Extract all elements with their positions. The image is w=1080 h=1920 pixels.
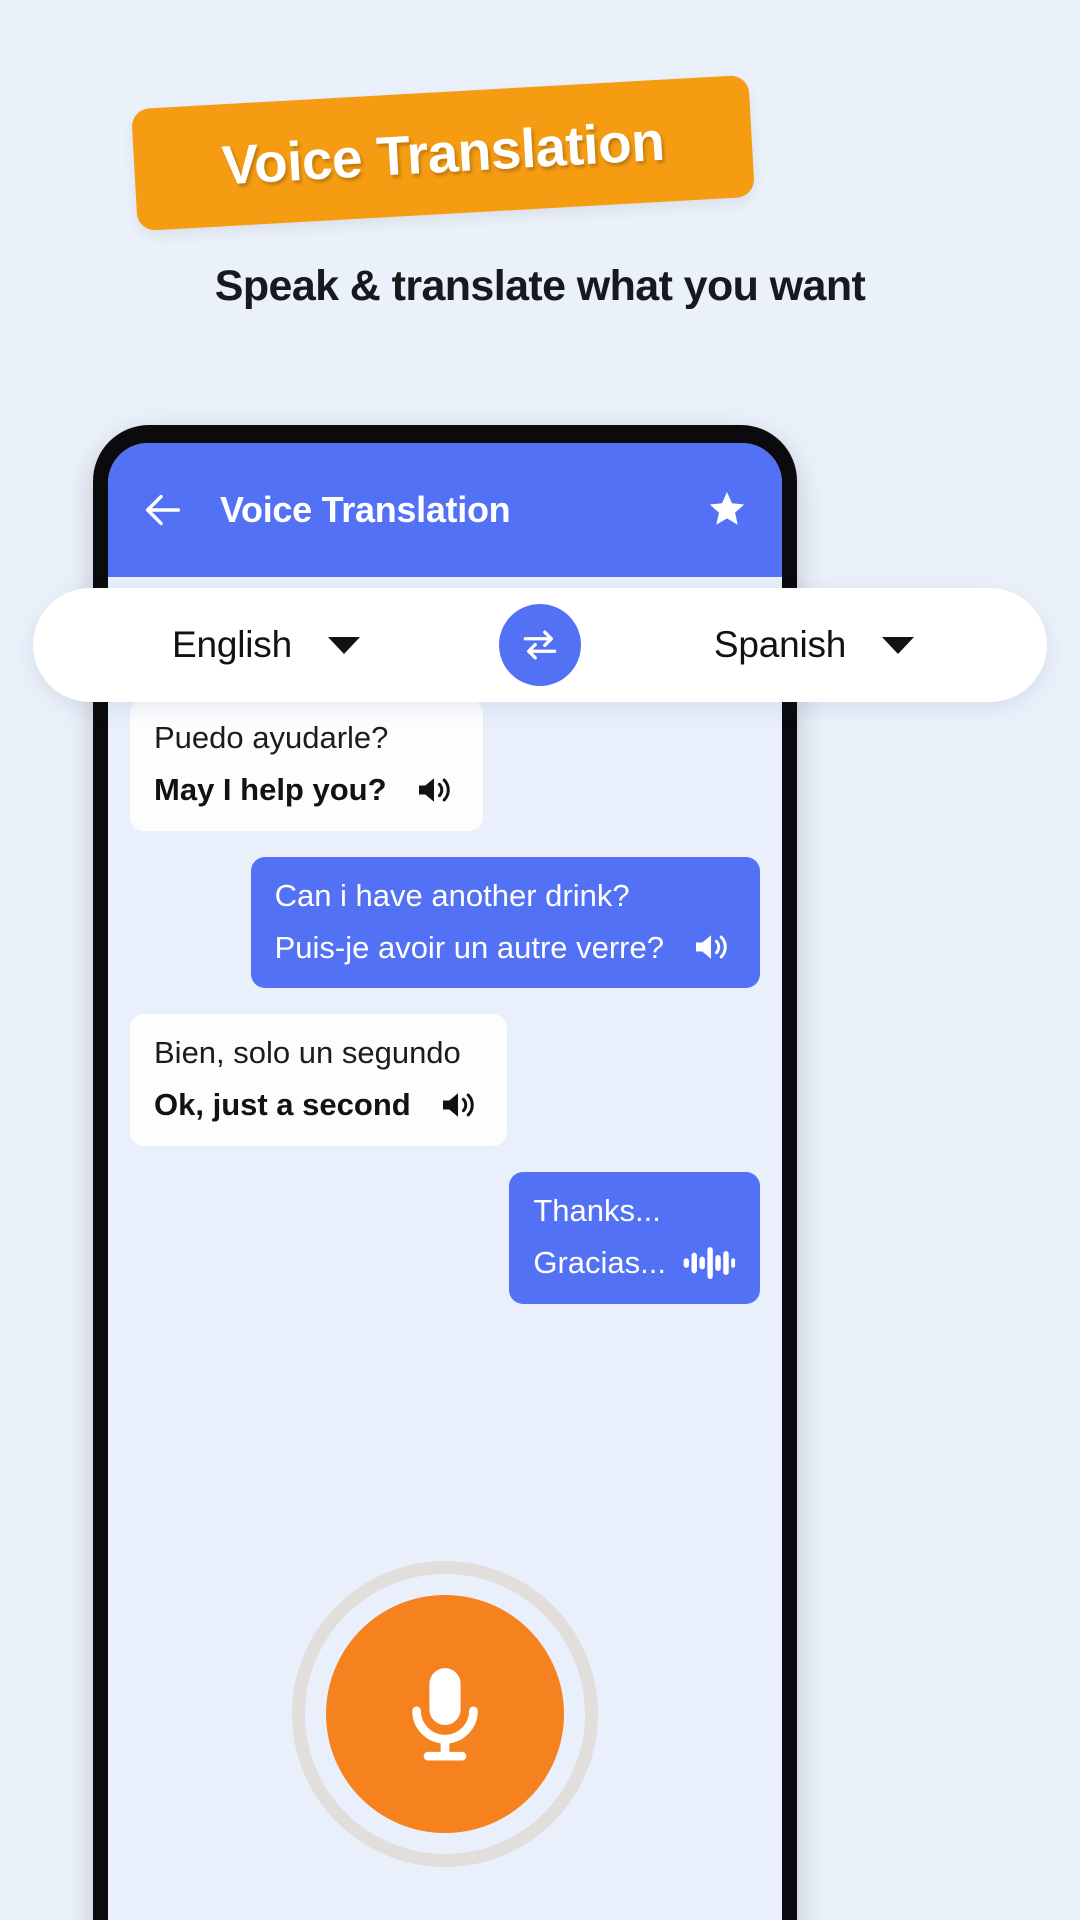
- target-language-selector[interactable]: Spanish: [581, 624, 1047, 666]
- bubble-source-text: Bien, solo un segundo: [154, 1035, 461, 1071]
- message-row: Bien, solo un segundo Ok, just a second: [108, 1014, 782, 1147]
- bubble-translated-row: May I help you?: [154, 769, 459, 811]
- chevron-down-icon[interactable]: [882, 636, 915, 654]
- promo-banner: Voice Translation: [131, 74, 755, 232]
- chevron-down-icon[interactable]: [327, 636, 360, 654]
- bubble-translated-row: Gracias...: [533, 1242, 736, 1284]
- bubble-translated-text: Puis-je avoir un autre verre?: [274, 929, 664, 965]
- bubble-translated-row: Ok, just a second: [154, 1084, 483, 1126]
- bubble-translated-text: Ok, just a second: [154, 1087, 411, 1123]
- source-language-selector[interactable]: English: [33, 624, 499, 666]
- app-bar: Voice Translation: [108, 443, 782, 577]
- arrow-left-icon[interactable]: [140, 487, 186, 533]
- promo-banner-title: Voice Translation: [220, 109, 666, 197]
- bubble-translated-text: May I help you?: [154, 771, 387, 807]
- message-row: Puedo ayudarle? May I help you?: [108, 699, 782, 831]
- speaker-icon[interactable]: [692, 929, 736, 965]
- record-area: [108, 1561, 782, 1867]
- language-selector-bar: English Spanish: [33, 588, 1047, 702]
- source-language-label: English: [172, 624, 292, 665]
- mic-pulse-ring: [292, 1561, 598, 1867]
- bubble-source-text: Can i have another drink?: [274, 877, 630, 913]
- app-promo-screenshot: Voice Translation Speak & translate what…: [0, 0, 1080, 1920]
- swap-languages-button[interactable]: [499, 604, 581, 686]
- speaker-icon[interactable]: [415, 772, 459, 808]
- message-row: Thanks... Gracias...: [108, 1172, 782, 1304]
- chat-bubble-incoming[interactable]: Bien, solo un segundo Ok, just a second: [130, 1014, 507, 1147]
- mic-record-button[interactable]: [326, 1595, 564, 1833]
- bubble-source-text: Puedo ayudarle?: [154, 720, 389, 755]
- speaker-icon[interactable]: [439, 1087, 483, 1123]
- chat-bubble-incoming[interactable]: Puedo ayudarle? May I help you?: [130, 699, 483, 831]
- promo-subtitle: Speak & translate what you want: [214, 262, 866, 310]
- star-icon[interactable]: [704, 487, 750, 533]
- microphone-icon: [412, 1668, 478, 1761]
- chat-bubble-outgoing[interactable]: Can i have another drink? Puis-je avoir …: [250, 856, 760, 989]
- bubble-source-text: Thanks...: [533, 1193, 661, 1229]
- message-row: Can i have another drink? Puis-je avoir …: [108, 856, 782, 989]
- waveform-icon[interactable]: [682, 1243, 736, 1283]
- chat-bubble-outgoing[interactable]: Thanks... Gracias...: [509, 1172, 760, 1304]
- swap-arrows-icon: [523, 630, 557, 660]
- target-language-label: Spanish: [713, 624, 847, 665]
- app-bar-title: Voice Translation: [220, 489, 511, 530]
- bubble-translated-text: Gracias...: [533, 1244, 666, 1280]
- bubble-translated-row: Puis-je avoir un autre verre?: [275, 927, 736, 969]
